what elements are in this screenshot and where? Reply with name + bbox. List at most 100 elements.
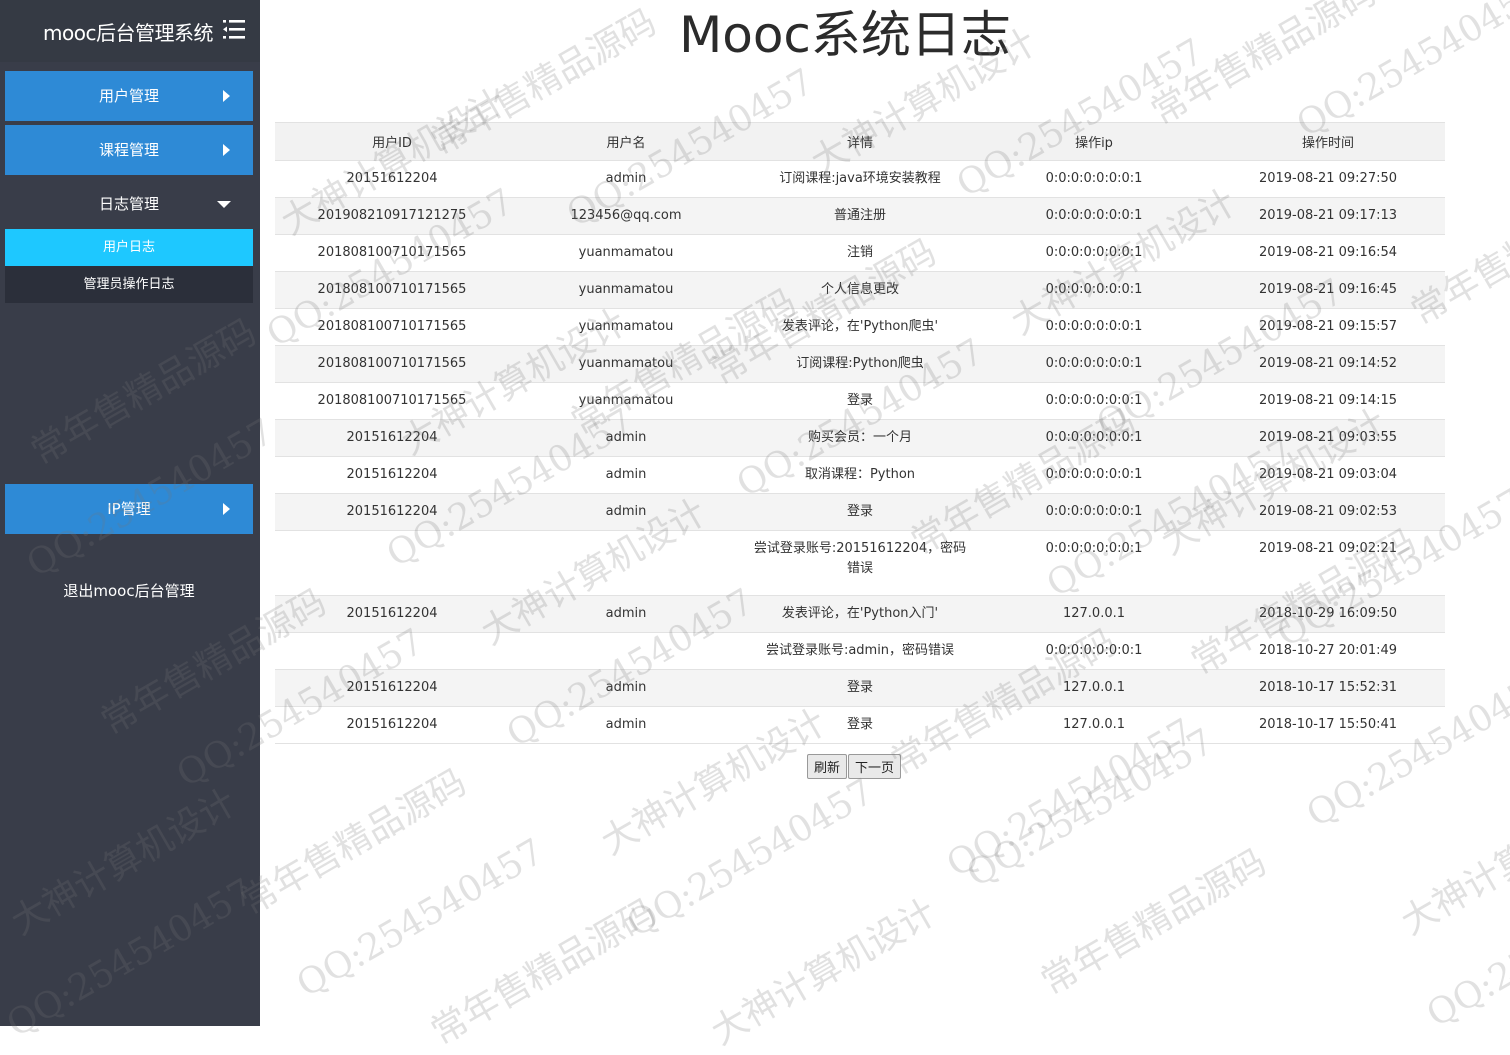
cell-time: 2018-10-27 20:01:49 (1211, 632, 1445, 670)
cell-username: yuanmamatou (509, 382, 743, 420)
cell-username: admin (509, 419, 743, 457)
cell-user-id: 20151612204 (275, 669, 509, 707)
nav-course-management[interactable]: 课程管理 (5, 125, 253, 175)
nav-log-management-label: 日志管理 (98, 195, 159, 213)
cell-time: 2019-08-21 09:02:53 (1211, 493, 1445, 531)
cell-username: yuanmamatou (509, 234, 743, 272)
watermark-text: 常年售精品源码 (234, 761, 474, 924)
column-header-username: 用户名 (509, 122, 743, 161)
cell-detail: 登录 (743, 669, 977, 707)
cell-time: 2019-08-21 09:03:55 (1211, 419, 1445, 457)
cell-detail: 个人信息更改 (743, 271, 977, 309)
subnav-user-log[interactable]: 用户日志 (5, 229, 253, 266)
page-title: Mooc系统日志 (679, 6, 1011, 64)
cell-user-id: 20151612204 (275, 160, 509, 198)
brand-bar: mooc后台管理系统 (0, 0, 260, 62)
pager: 刷新 下一页 (807, 754, 902, 779)
cell-time: 2019-08-21 09:17:13 (1211, 197, 1445, 235)
table-row: 尝试登录账号:20151612204，密码错误 0:0:0:0:0:0:0:1 … (275, 530, 1445, 596)
subnav-admin-log[interactable]: 管理员操作日志 (5, 266, 253, 303)
cell-detail: 订阅课程:java环境安装教程 (743, 160, 977, 198)
cell-user-id: 201808100710171565 (275, 308, 509, 346)
table-row: 201808100710171565 yuanmamatou 发表评论，在'Py… (275, 308, 1445, 346)
cell-time: 2019-08-21 09:16:54 (1211, 234, 1445, 272)
nav-ip-management[interactable]: IP管理 (5, 484, 253, 534)
cell-user-id: 20151612204 (275, 595, 509, 633)
table-row: 20151612204 admin 登录 0:0:0:0:0:0:0:1 201… (275, 493, 1445, 531)
watermark-text: 大神计算机设计 (704, 891, 944, 1054)
cell-ip: 127.0.0.1 (977, 595, 1211, 633)
cell-time: 2018-10-29 16:09:50 (1211, 595, 1445, 633)
caret-down-icon (217, 201, 231, 208)
caret-right-icon (223, 144, 230, 156)
cell-detail: 尝试登录账号:admin，密码错误 (743, 632, 977, 670)
watermark-text: 常年售精品源码 (1034, 841, 1274, 1004)
table-row: 201808100710171565 yuanmamatou 注销 0:0:0:… (275, 234, 1445, 272)
cell-user-id: 201808100710171565 (275, 234, 509, 272)
cell-username: admin (509, 595, 743, 633)
table-header-row: 用户ID 用户名 详情 操作ip 操作时间 (275, 122, 1445, 161)
cell-detail: 普通注册 (743, 197, 977, 235)
cell-time: 2019-08-21 09:27:50 (1211, 160, 1445, 198)
nav-log-management[interactable]: 日志管理 (5, 179, 253, 229)
watermark-text: QQ:25454045​7 (1420, 861, 1510, 1036)
cell-username: admin (509, 706, 743, 744)
nav-course-management-label: 课程管理 (98, 141, 159, 159)
cell-ip: 127.0.0.1 (977, 669, 1211, 707)
cell-username: yuanmamatou (509, 345, 743, 383)
table-row: 201808100710171565 yuanmamatou 个人信息更改 0:… (275, 271, 1445, 309)
cell-user-id: 20151612204 (275, 456, 509, 494)
nav-user-management-label: 用户管理 (98, 87, 159, 105)
table-row: 20151612204 admin 发表评论，在'Python入门' 127.0… (275, 595, 1445, 633)
column-header-user-id: 用户ID (275, 122, 509, 161)
refresh-button[interactable]: 刷新 (807, 754, 848, 779)
cell-user-id: 201808100710171565 (275, 271, 509, 309)
cell-ip: 0:0:0:0:0:0:0:1 (977, 160, 1211, 198)
log-table: 用户ID 用户名 详情 操作ip 操作时间 20151612204 admin … (275, 122, 1445, 744)
cell-ip: 0:0:0:0:0:0:0:1 (977, 234, 1211, 272)
brand-title: mooc后台管理系统 (43, 21, 213, 45)
table-row: 20151612204 admin 取消课程：Python 0:0:0:0:0:… (275, 456, 1445, 494)
table-row: 20151612204 admin 登录 127.0.0.1 2018-10-1… (275, 706, 1445, 744)
cell-username: yuanmamatou (509, 271, 743, 309)
cell-ip: 0:0:0:0:0:0:0:1 (977, 493, 1211, 531)
table-row: 20151612204 admin 购买会员：一个月 0:0:0:0:0:0:0… (275, 419, 1445, 457)
table-row: 201808100710171565 yuanmamatou 登录 0:0:0:… (275, 382, 1445, 420)
hamburger-icon[interactable] (222, 17, 246, 41)
cell-username: admin (509, 493, 743, 531)
cell-detail: 登录 (743, 493, 977, 531)
cell-time: 2019-08-21 09:03:04 (1211, 456, 1445, 494)
table-row: 20151612204 admin 订阅课程:java环境安装教程 0:0:0:… (275, 160, 1445, 198)
log-submenu: 用户日志 管理员操作日志 (5, 229, 253, 303)
cell-ip: 0:0:0:0:0:0:0:1 (977, 197, 1211, 235)
cell-username: admin (509, 669, 743, 707)
cell-time: 2019-08-21 09:15:57 (1211, 308, 1445, 346)
caret-right-icon (223, 90, 230, 102)
cell-username: admin (509, 456, 743, 494)
cell-ip: 0:0:0:0:0:0:0:1 (977, 308, 1211, 346)
cell-username: admin (509, 160, 743, 198)
sidebar: mooc后台管理系统 用户管理 课程管理 日志管理 用户日志 管理员操作日志 I… (0, 0, 260, 1026)
nav-user-management[interactable]: 用户管理 (5, 71, 253, 121)
cell-ip: 0:0:0:0:0:0:0:1 (977, 632, 1211, 670)
column-header-time: 操作时间 (1211, 122, 1445, 161)
cell-time: 2019-08-21 09:14:52 (1211, 345, 1445, 383)
cell-detail: 尝试登录账号:20151612204，密码错误 (743, 530, 977, 596)
cell-user-id: 20151612204 (275, 493, 509, 531)
cell-ip: 0:0:0:0:0:0:0:1 (977, 345, 1211, 383)
cell-username (509, 632, 743, 670)
logout-link[interactable]: 退出mooc后台管理 (0, 580, 258, 601)
watermark-text: 常年售精品源码 (424, 891, 664, 1054)
cell-time: 2018-10-17 15:50:41 (1211, 706, 1445, 744)
cell-username: 123456@qq.com (509, 197, 743, 235)
watermark-text: QQ:25454045​7 (960, 721, 1221, 896)
watermark-text: 大神计算机设计 (1394, 781, 1510, 944)
cell-detail: 发表评论，在'Python爬虫' (743, 308, 977, 346)
cell-user-id (275, 530, 509, 596)
column-header-ip: 操作ip (977, 122, 1211, 161)
cell-user-id: 20190821091712127​5 (275, 197, 509, 235)
cell-user-id: 20151612204 (275, 706, 509, 744)
cell-ip: 0:0:0:0:0:0:0:1 (977, 271, 1211, 309)
next-page-button[interactable]: 下一页 (848, 754, 902, 779)
cell-detail: 登录 (743, 706, 977, 744)
